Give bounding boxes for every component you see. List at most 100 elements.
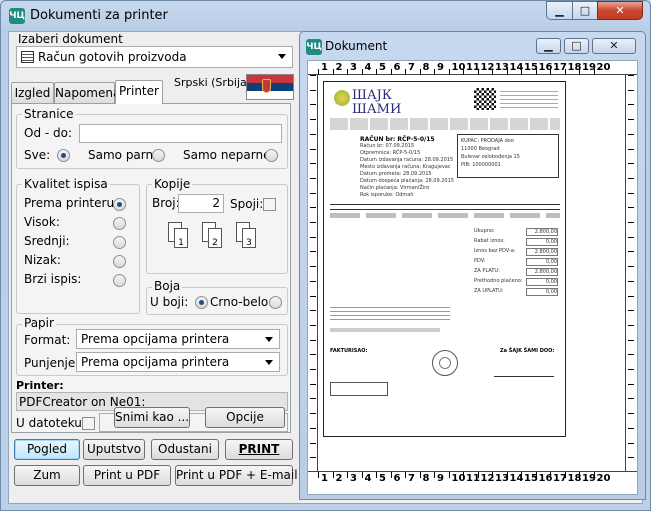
- ruler-tick: [310, 369, 316, 370]
- ruler-tick: [535, 472, 537, 478]
- kopije-title: Kopije: [152, 177, 193, 191]
- parne-radio[interactable]: [152, 149, 165, 162]
- ruler-number: 5: [379, 62, 386, 73]
- ruler-tick: [628, 442, 634, 444]
- preview-close-button[interactable]: ✕: [592, 38, 636, 54]
- ruler-tick: [310, 457, 316, 459]
- print-button[interactable]: PRINT: [225, 439, 293, 460]
- format-label: Format:: [24, 333, 71, 347]
- maximize-button[interactable]: □: [572, 1, 598, 20]
- ruler-number: 7: [408, 62, 415, 73]
- ruler-tick: [310, 266, 316, 268]
- buyer-line: 11000 Beograd: [461, 146, 500, 152]
- opcije-button[interactable]: Opcije: [205, 407, 285, 428]
- tab-napomena[interactable]: Napomena: [54, 82, 120, 103]
- sve-radio[interactable]: [57, 149, 70, 162]
- broj-input[interactable]: 2: [178, 194, 224, 213]
- ruler-tick: [628, 457, 634, 459]
- print-u-pdf-email-button[interactable]: Print u PDF + E-mail: [175, 465, 298, 486]
- kvalitet-radio-prema-printeru[interactable]: [113, 198, 126, 211]
- ruler-tick: [593, 69, 595, 75]
- ruler-tick: [310, 251, 316, 253]
- invoice-info-row: Račun br: 07.09.2015: [360, 143, 415, 149]
- ruler-tick: [628, 354, 634, 356]
- ruler-tick: [628, 324, 634, 326]
- title-bar[interactable]: ЧЦ Dokumenti za printer ▁ □ ✕: [1, 1, 650, 31]
- invoice-info-row: Način plaćanja: Virman/Žiro: [360, 185, 430, 191]
- ruler-tick: [332, 472, 334, 478]
- ruler-tick: [310, 133, 316, 135]
- format-select[interactable]: Prema opcijama printera: [76, 329, 280, 349]
- punjenje-label: Punjenje:: [24, 356, 80, 370]
- ruler-number: 7: [408, 473, 415, 484]
- minimize-button[interactable]: ▁: [546, 1, 573, 20]
- kvalitet-radio-visok[interactable]: [113, 217, 126, 230]
- preview-maximize-button[interactable]: □: [564, 38, 589, 54]
- chevron-down-icon: [278, 54, 286, 59]
- ruler-tick: [310, 310, 316, 312]
- ruler-tick: [405, 472, 406, 478]
- ruler-tick: [376, 472, 377, 478]
- preview-client-area: 1 2 3 4 5 6 7 8 9 10 11 12 13 14 15 16 17 18 19 20 12345678…: [307, 60, 638, 495]
- print-u-pdf-button[interactable]: Print u PDF: [83, 465, 171, 486]
- ruler-number: 20: [596, 62, 611, 73]
- right-ruler: [625, 75, 637, 471]
- punjenje-select[interactable]: Prema opcijama printera: [76, 352, 280, 372]
- ruler-tick: [564, 472, 566, 478]
- document-select[interactable]: Račun gotovih proizvoda: [16, 46, 293, 68]
- ruler-tick: [310, 383, 316, 385]
- ruler-tick: [628, 310, 634, 312]
- ruler-tick: [521, 69, 522, 75]
- ruler-number: 20: [596, 473, 611, 484]
- tab-izgled[interactable]: Izgled: [11, 82, 54, 103]
- ruler-tick: [361, 69, 363, 75]
- crno-belo-radio[interactable]: [269, 296, 282, 309]
- ruler-number: 9: [437, 473, 444, 484]
- ruler-tick: [310, 427, 316, 429]
- ruler-tick: [628, 266, 634, 268]
- pogled-button[interactable]: Pogled: [14, 439, 80, 460]
- uputstvo-button[interactable]: Uputstvo: [83, 439, 145, 460]
- ruler-tick: [310, 222, 316, 223]
- neparne-radio[interactable]: [265, 149, 278, 162]
- ruler-tick: [628, 75, 634, 76]
- zum-button[interactable]: Zum: [14, 465, 80, 486]
- language-label: Srpski (Srbija): [174, 76, 252, 89]
- printer-tab-panel: Stranice Od - do: Sve: Samo parne: Samo …: [11, 103, 291, 433]
- u-datoteku-checkbox[interactable]: [82, 417, 95, 430]
- ruler-tick: [579, 69, 580, 75]
- ruler-tick: [628, 339, 634, 341]
- items-table-row: [330, 213, 560, 218]
- preview-minimize-button[interactable]: ▁: [536, 38, 561, 54]
- tab-printer[interactable]: Printer: [115, 80, 163, 104]
- ruler-tick: [310, 354, 316, 356]
- signature-line: [494, 376, 554, 377]
- spoji-checkbox[interactable]: [263, 198, 276, 211]
- ruler-tick: [310, 339, 316, 341]
- ruler-number: 5: [379, 473, 386, 484]
- logo-top-text: ШАЈК: [352, 88, 392, 103]
- bottom-ruler: 1 2 3 4 5 6 7 8 9 10 11 12 13 14 15 16 17 18 19 20: [308, 471, 637, 485]
- stranice-title: Stranice: [22, 107, 76, 121]
- kvalitet-radio-srednji[interactable]: [113, 236, 126, 249]
- document-page[interactable]: ШАЈК ШАМИ RAČUN br: RČP-5-0/15 Račun br:…: [323, 81, 566, 437]
- ruler-tick: [463, 472, 464, 478]
- app-icon: ЧЦ: [9, 8, 25, 24]
- sve-label: Sve:: [24, 148, 51, 162]
- od-do-input[interactable]: [79, 124, 282, 143]
- language-flag-button[interactable]: [246, 74, 294, 100]
- ruler-tick: [628, 280, 634, 282]
- ruler-number: 6: [393, 473, 401, 484]
- ruler-tick: [448, 69, 450, 75]
- buyer-line: Bulevar oslobođenja 15: [461, 154, 520, 160]
- kvalitet-item-brzi-ispis: Brzi ispis:: [24, 272, 82, 286]
- top-ruler: 1 2 3 4 5 6 7 8 9 10 11 12 13 14 15 16 17 18 19 20: [308, 61, 637, 75]
- odustani-button[interactable]: Odustani: [151, 439, 219, 460]
- kvalitet-radio-brzi-ispis[interactable]: [113, 274, 126, 287]
- close-button[interactable]: ✕: [597, 1, 643, 20]
- snimi-kao-button[interactable]: Snimi kao ...: [114, 407, 190, 428]
- ruler-tick: [310, 280, 316, 282]
- kvalitet-radio-nizak[interactable]: [113, 255, 126, 268]
- u-boji-radio[interactable]: [195, 296, 208, 309]
- ruler-tick: [628, 148, 634, 150]
